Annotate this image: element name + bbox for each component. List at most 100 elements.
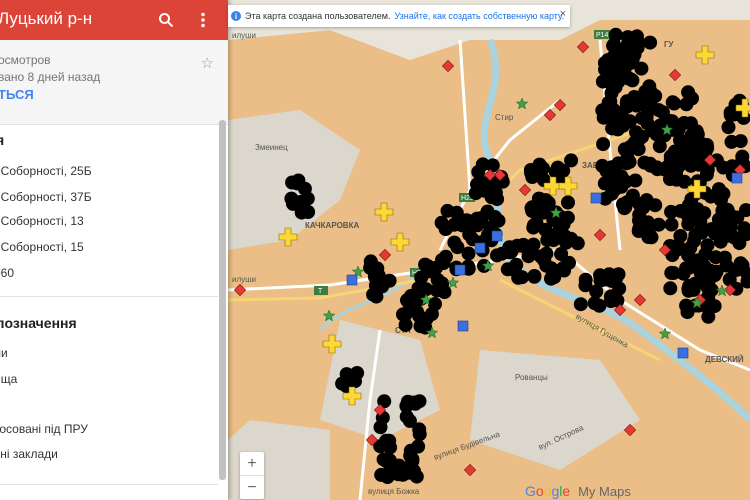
shelter-marker[interactable] bbox=[717, 250, 732, 265]
close-icon[interactable]: × bbox=[560, 8, 566, 20]
shelter-marker[interactable] bbox=[541, 195, 556, 210]
blue-square-marker[interactable] bbox=[677, 347, 689, 359]
legend-item[interactable]: чні заклади bbox=[0, 447, 58, 461]
shelter-marker[interactable] bbox=[666, 266, 681, 280]
blue-square-marker[interactable] bbox=[491, 230, 503, 242]
shelter-marker[interactable] bbox=[376, 452, 391, 467]
shelter-marker[interactable] bbox=[286, 196, 301, 211]
shelter-marker[interactable] bbox=[669, 172, 684, 187]
shelter-marker[interactable] bbox=[407, 395, 421, 410]
shelter-marker[interactable] bbox=[635, 129, 650, 144]
shelter-marker[interactable] bbox=[300, 191, 315, 206]
shelter-marker[interactable] bbox=[587, 296, 602, 311]
more-vert-icon[interactable] bbox=[192, 9, 214, 31]
shelter-marker[interactable] bbox=[301, 205, 316, 219]
shelter-marker[interactable] bbox=[623, 139, 638, 154]
star-icon[interactable]: ☆ bbox=[201, 54, 214, 72]
shelter-marker[interactable] bbox=[485, 158, 500, 173]
shelter-marker[interactable] bbox=[719, 204, 734, 219]
shelter-marker[interactable] bbox=[673, 229, 688, 243]
shelter-marker[interactable] bbox=[504, 244, 519, 259]
layer-item[interactable]: . Соборності, 13 bbox=[0, 214, 84, 228]
shelter-marker[interactable] bbox=[348, 374, 362, 389]
shelter-marker[interactable] bbox=[396, 307, 410, 322]
shelter-marker[interactable] bbox=[593, 268, 607, 283]
shelter-marker[interactable] bbox=[373, 420, 388, 435]
blue-square-marker[interactable] bbox=[590, 192, 602, 204]
shelter-marker[interactable] bbox=[554, 262, 569, 277]
panel-scrollbar[interactable] bbox=[219, 120, 226, 480]
blue-square-marker[interactable] bbox=[457, 320, 469, 332]
shelter-marker[interactable] bbox=[632, 221, 647, 236]
shelter-marker[interactable] bbox=[622, 114, 637, 129]
shelter-marker[interactable] bbox=[632, 197, 647, 212]
shelter-marker[interactable] bbox=[490, 248, 504, 263]
shelter-marker[interactable] bbox=[681, 283, 696, 298]
shelter-marker[interactable] bbox=[707, 226, 722, 241]
shelter-marker[interactable] bbox=[383, 440, 398, 455]
legend-title[interactable]: позначення bbox=[0, 315, 77, 331]
shelter-marker[interactable] bbox=[693, 214, 708, 229]
shelter-marker[interactable] bbox=[677, 116, 692, 130]
shelter-marker[interactable] bbox=[733, 134, 748, 149]
share-link[interactable]: ться bbox=[0, 87, 34, 102]
shelter-marker[interactable] bbox=[285, 175, 300, 190]
shelter-marker[interactable] bbox=[721, 120, 736, 135]
shelter-marker[interactable] bbox=[610, 293, 625, 308]
shelter-marker[interactable] bbox=[539, 246, 554, 261]
shelter-marker[interactable] bbox=[667, 96, 682, 111]
zoom-in-button[interactable]: + bbox=[240, 452, 264, 475]
layer-item[interactable]: . Соборності, 37Б bbox=[0, 190, 92, 204]
shelter-marker[interactable] bbox=[699, 167, 714, 182]
blue-square-marker[interactable] bbox=[454, 264, 466, 276]
shelter-marker[interactable] bbox=[435, 276, 450, 291]
search-icon[interactable] bbox=[155, 9, 177, 31]
shelter-marker[interactable] bbox=[596, 137, 611, 152]
shelter-marker[interactable] bbox=[447, 235, 462, 250]
shelter-marker[interactable] bbox=[507, 263, 522, 278]
shelter-marker[interactable] bbox=[556, 217, 571, 232]
shelter-marker[interactable] bbox=[374, 467, 389, 482]
shelter-marker[interactable] bbox=[622, 154, 637, 169]
shelter-marker[interactable] bbox=[614, 179, 629, 194]
shelter-marker[interactable] bbox=[664, 217, 679, 232]
shelter-marker[interactable] bbox=[525, 204, 540, 218]
shelter-marker[interactable] bbox=[461, 246, 476, 261]
shelter-marker[interactable] bbox=[688, 228, 703, 243]
shelter-marker[interactable] bbox=[664, 204, 679, 219]
shelter-marker[interactable] bbox=[573, 297, 588, 312]
shelter-marker[interactable] bbox=[690, 259, 705, 274]
shelter-marker[interactable] bbox=[729, 262, 744, 277]
shelter-marker[interactable] bbox=[620, 30, 635, 45]
blue-square-marker[interactable] bbox=[346, 274, 358, 286]
shelter-marker[interactable] bbox=[634, 61, 649, 76]
legend-item[interactable]: ища bbox=[0, 372, 17, 386]
shelter-marker[interactable] bbox=[459, 213, 474, 228]
shelter-marker[interactable] bbox=[663, 281, 678, 296]
shelter-marker[interactable] bbox=[643, 35, 658, 50]
shelter-marker[interactable] bbox=[598, 62, 612, 77]
shelter-marker[interactable] bbox=[418, 257, 433, 272]
shelter-marker[interactable] bbox=[643, 156, 658, 171]
shelter-marker[interactable] bbox=[618, 200, 633, 215]
shelter-marker[interactable] bbox=[681, 85, 696, 100]
shelter-marker[interactable] bbox=[527, 269, 542, 284]
layer-item[interactable]: . Соборності, 25Б bbox=[0, 164, 92, 178]
shelter-marker[interactable] bbox=[525, 170, 540, 184]
shelter-marker[interactable] bbox=[375, 279, 390, 294]
shelter-marker[interactable] bbox=[526, 218, 541, 233]
shelter-marker[interactable] bbox=[609, 270, 624, 285]
shelter-marker[interactable] bbox=[679, 298, 694, 313]
map-title[interactable]: Луцький р-н bbox=[0, 9, 92, 29]
layer-item[interactable]: . Соборності, 15 bbox=[0, 240, 84, 254]
shelter-marker[interactable] bbox=[387, 463, 401, 478]
shelter-marker[interactable] bbox=[424, 307, 439, 321]
shelter-marker[interactable] bbox=[607, 37, 621, 52]
shelter-marker[interactable] bbox=[412, 427, 427, 442]
shelter-marker[interactable] bbox=[709, 188, 724, 203]
shelter-marker[interactable] bbox=[639, 109, 654, 124]
shelter-marker[interactable] bbox=[627, 47, 642, 62]
shelter-marker[interactable] bbox=[434, 215, 449, 230]
legend-item[interactable]: ли bbox=[0, 346, 8, 360]
shelter-marker[interactable] bbox=[597, 176, 612, 191]
